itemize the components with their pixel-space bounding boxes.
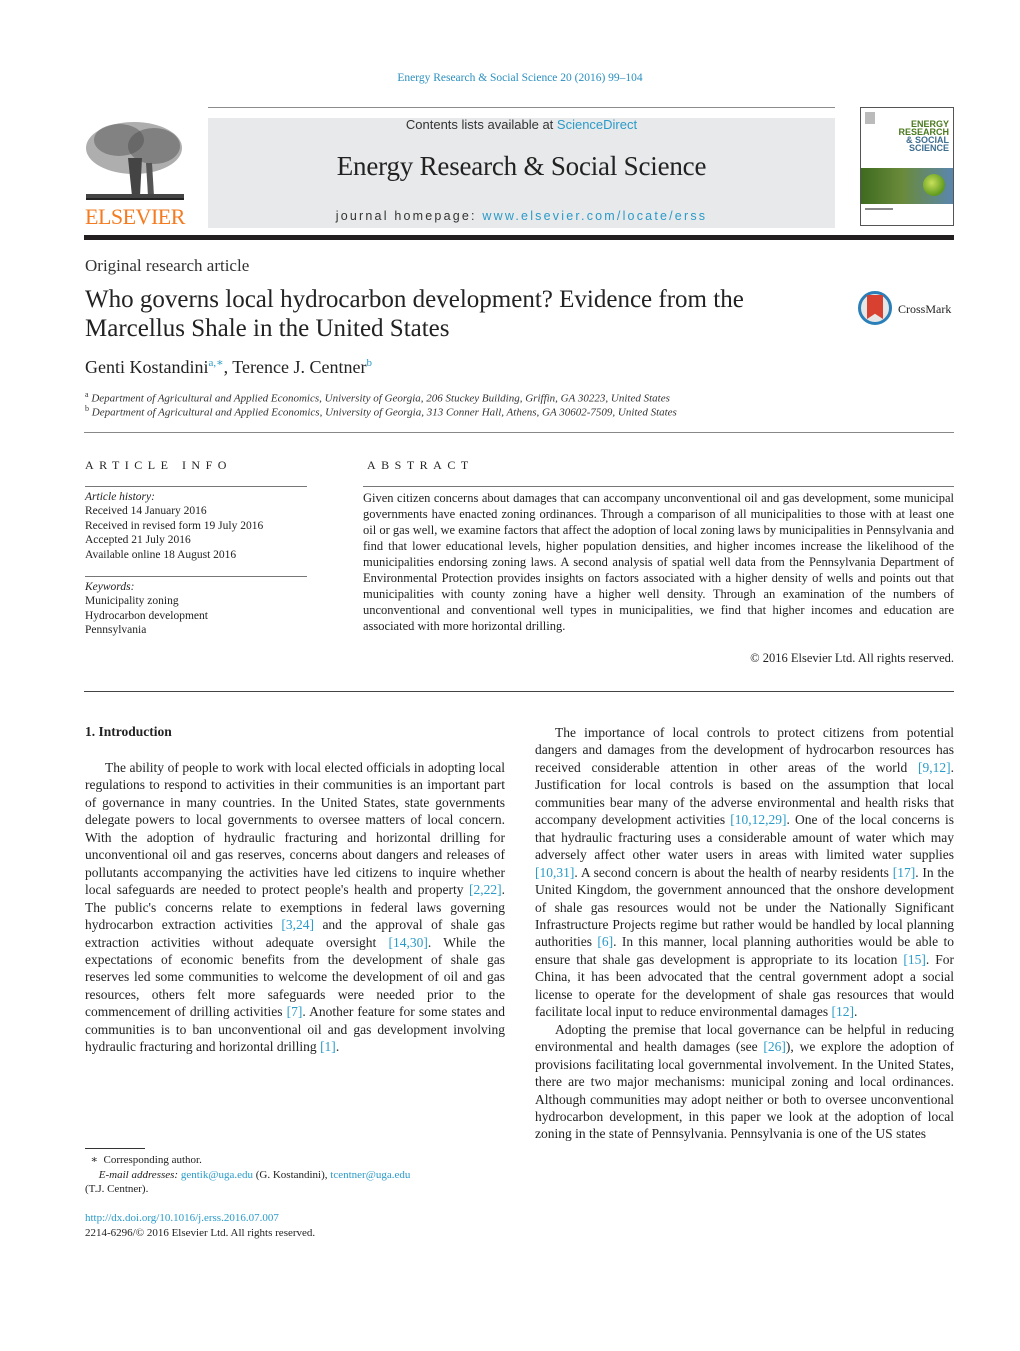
article-info-heading: ARTICLE INFO bbox=[85, 458, 232, 472]
body-paragraph: Adopting the premise that local governan… bbox=[535, 1021, 954, 1143]
body-paragraph: The ability of people to work with local… bbox=[85, 759, 505, 1056]
citation-link[interactable]: [1] bbox=[320, 1039, 336, 1054]
elsevier-wordmark: ELSEVIER bbox=[85, 204, 185, 229]
contents-prefix: Contents lists available at bbox=[405, 117, 557, 132]
abstract-copyright: © 2016 Elsevier Ltd. All rights reserved… bbox=[750, 651, 954, 665]
article-type: Original research article bbox=[85, 256, 250, 275]
citation-link[interactable]: [14,30] bbox=[389, 935, 428, 950]
email-owner: (T.J. Centner). bbox=[85, 1183, 149, 1195]
affiliation: a Department of Agricultural and Applied… bbox=[85, 390, 670, 405]
paragraph-text: . A second concern is about the health o… bbox=[574, 864, 893, 880]
abstract-text: Given citizen concerns about damages tha… bbox=[363, 491, 954, 633]
journal-citation-link[interactable]: Energy Research & Social Science 20 (201… bbox=[0, 72, 1020, 84]
affiliation-text: Department of Agricultural and Applied E… bbox=[91, 406, 677, 419]
journal-homepage: journal homepage: www.elsevier.com/locat… bbox=[208, 209, 835, 223]
paragraph-text: The importance of local controls to prot… bbox=[535, 725, 954, 775]
doi-block: http://dx.doi.org/10.1016/j.erss.2016.07… bbox=[85, 1211, 505, 1240]
author-affiliation-marker[interactable]: b bbox=[366, 357, 372, 369]
article-history-label: Article history: bbox=[85, 491, 155, 503]
citation-link[interactable]: [2,22] bbox=[469, 882, 502, 897]
affiliation: b Department of Agricultural and Applied… bbox=[85, 404, 677, 419]
cover-title: ENERGY RESEARCH & SOCIAL SCIENCE bbox=[898, 120, 949, 153]
cover-title-line: SCIENCE bbox=[908, 143, 949, 153]
crossmark-button[interactable]: CrossMark bbox=[858, 291, 958, 331]
abstract-heading: ABSTRACT bbox=[367, 458, 474, 472]
author-affiliation-marker[interactable]: a,∗ bbox=[209, 357, 224, 369]
paragraph-text: . bbox=[335, 1039, 340, 1055]
keyword-item: Hydrocarbon development bbox=[85, 609, 208, 622]
corresponding-author-marker: ∗ bbox=[90, 1154, 98, 1166]
corresponding-author-note: ∗ Corresponding author. E-mail addresses… bbox=[85, 1153, 505, 1197]
keywords-label: Keywords: bbox=[85, 581, 135, 593]
citation-link[interactable]: [15] bbox=[903, 952, 926, 967]
journal-homepage-link[interactable]: www.elsevier.com/locate/erss bbox=[482, 209, 707, 223]
keyword-item: Municipality zoning bbox=[85, 595, 179, 608]
footnote-divider bbox=[85, 1148, 145, 1149]
body-column-right: The importance of local controls to prot… bbox=[535, 724, 954, 1143]
contents-availability: Contents lists available at ScienceDirec… bbox=[208, 117, 835, 132]
paragraph-text: . bbox=[854, 1004, 858, 1020]
history-item: Received 14 January 2016 bbox=[85, 505, 207, 518]
citation-link[interactable]: [6] bbox=[597, 934, 613, 949]
citation-link[interactable]: [10,12,29] bbox=[730, 812, 786, 827]
header-thick-divider bbox=[84, 235, 954, 240]
citation-link[interactable]: [10,31] bbox=[535, 865, 574, 880]
journal-cover-thumbnail[interactable]: ENERGY RESEARCH & SOCIAL SCIENCE bbox=[860, 107, 954, 226]
abstract-divider bbox=[363, 486, 954, 487]
cover-footer-mark bbox=[865, 208, 893, 210]
citation-link[interactable]: [3,24] bbox=[281, 917, 314, 932]
citation-link[interactable]: [26] bbox=[763, 1039, 786, 1054]
affiliation-marker: a bbox=[85, 390, 89, 399]
cover-globe-icon bbox=[923, 174, 945, 196]
doi-link[interactable]: http://dx.doi.org/10.1016/j.erss.2016.07… bbox=[85, 1212, 279, 1224]
body-column-left: The ability of people to work with local… bbox=[85, 759, 505, 1056]
citation-link[interactable]: [7] bbox=[287, 1004, 303, 1019]
email-owner: (G. Kostandini), bbox=[252, 1168, 331, 1181]
email-link[interactable]: tcentner@uga.edu bbox=[330, 1169, 410, 1181]
history-item: Received in revised form 19 July 2016 bbox=[85, 519, 264, 532]
body-paragraph: The importance of local controls to prot… bbox=[535, 724, 954, 1021]
email-label: E-mail addresses: bbox=[98, 1168, 179, 1181]
article-history: Article history: Received 14 January 201… bbox=[85, 490, 307, 562]
cover-publisher-icon bbox=[865, 112, 875, 124]
affiliation-marker: b bbox=[85, 404, 89, 413]
affiliation-divider bbox=[84, 432, 954, 433]
email-link[interactable]: gentik@uga.edu bbox=[181, 1169, 253, 1181]
issn-copyright: 2214-6296/© 2016 Elsevier Ltd. All right… bbox=[85, 1226, 316, 1239]
citation-link[interactable]: [17] bbox=[893, 865, 916, 880]
journal-title: Energy Research & Social Science bbox=[336, 151, 707, 181]
author-name[interactable]: Terence J. Centner bbox=[232, 357, 366, 377]
section-heading-introduction: 1. Introduction bbox=[85, 724, 172, 739]
keywords: Keywords: Municipality zoning Hydrocarbo… bbox=[85, 580, 307, 638]
affiliation-text: Department of Agricultural and Applied E… bbox=[91, 392, 670, 405]
citation-link[interactable]: [12] bbox=[832, 1004, 855, 1019]
keywords-divider bbox=[85, 576, 307, 577]
article-title: Who governs local hydrocarbon developmen… bbox=[85, 286, 744, 342]
paragraph-text: The ability of people to work with local… bbox=[85, 760, 505, 898]
article-info-divider bbox=[85, 486, 307, 487]
sciencedirect-link[interactable]: ScienceDirect bbox=[557, 117, 637, 132]
history-item: Accepted 21 July 2016 bbox=[85, 534, 191, 547]
crossmark-label: CrossMark bbox=[898, 302, 952, 316]
top-divider bbox=[208, 107, 835, 108]
author-list: Genti Kostandinia,∗, Terence J. Centnerb bbox=[85, 357, 372, 377]
homepage-prefix: journal homepage: bbox=[335, 209, 483, 223]
author-name[interactable]: Genti Kostandini bbox=[85, 357, 209, 377]
citation-link[interactable]: [9,12] bbox=[918, 760, 951, 775]
corresponding-author-text: Corresponding author. bbox=[103, 1154, 202, 1166]
keyword-item: Pennsylvania bbox=[85, 624, 147, 637]
abstract-bottom-divider bbox=[84, 691, 954, 692]
history-item: Available online 18 August 2016 bbox=[85, 548, 237, 561]
paragraph-text: ), we explore the adoption of provisions… bbox=[535, 1039, 954, 1142]
